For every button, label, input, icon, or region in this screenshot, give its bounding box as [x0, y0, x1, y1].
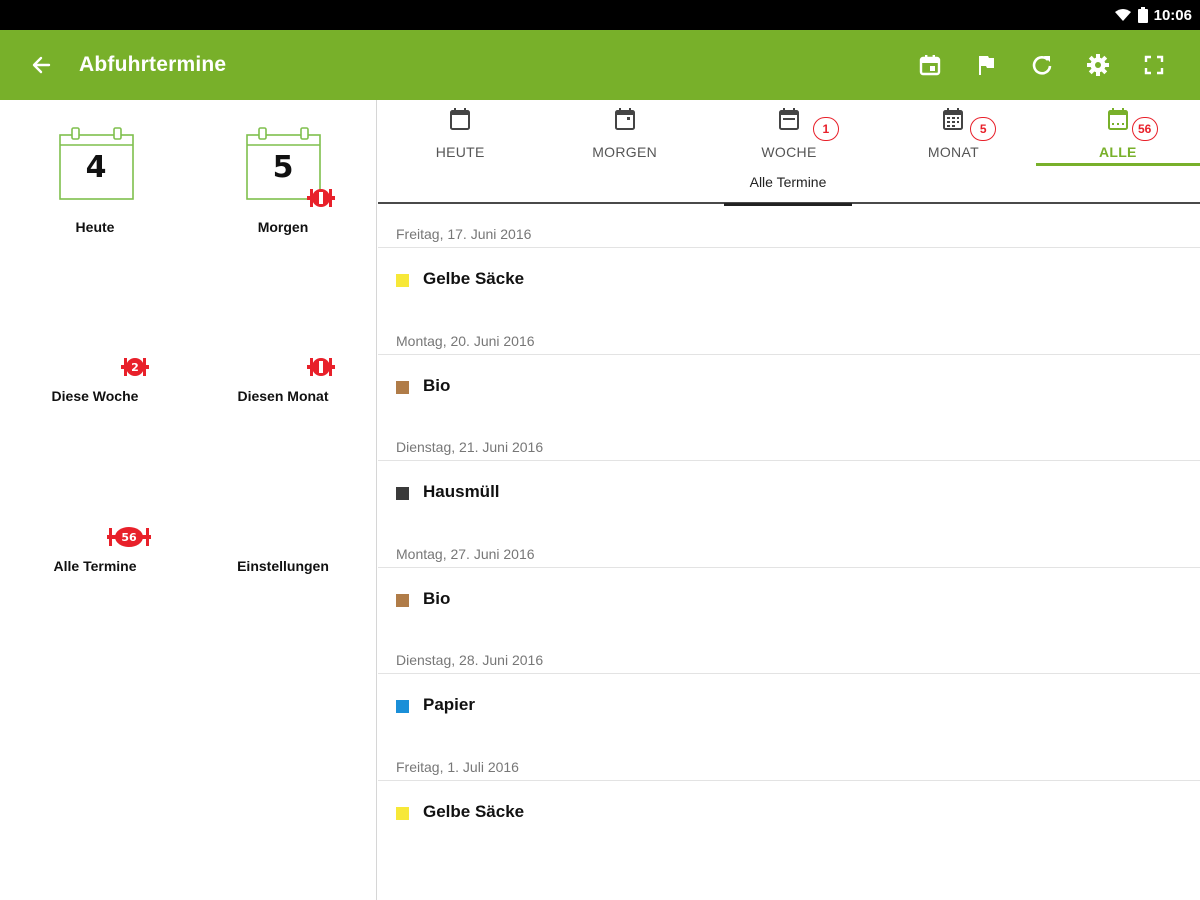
date-header: Freitag, 1. Juli 2016	[396, 759, 519, 775]
gear-icon	[1087, 54, 1109, 76]
tile-label: Einstellungen	[237, 558, 329, 574]
date-group: Freitag, 17. Juni 2016 Gelbe Säcke	[378, 204, 1200, 311]
list-item[interactable]: Hausmüll	[378, 461, 1200, 521]
list-item[interactable]: Papier	[378, 674, 1200, 734]
date-header: Freitag, 17. Juni 2016	[396, 226, 532, 242]
notification-badge-icon	[307, 358, 335, 376]
date-group: Montag, 20. Juni 2016 Bio	[378, 311, 1200, 418]
refresh-button[interactable]	[1014, 45, 1070, 85]
tab-label: MONAT	[927, 144, 979, 160]
tile-label: Alle Termine	[53, 558, 137, 574]
tile-label: Diese Woche	[51, 388, 139, 404]
tab-heute[interactable]: HEUTE	[378, 100, 542, 168]
status-bar: 10:06	[0, 0, 1200, 30]
clock: 10:06	[1153, 6, 1192, 24]
tab-label: WOCHE	[761, 144, 817, 160]
tile-morgen[interactable]: 5 Morgen	[188, 100, 378, 250]
waste-color-swatch	[396, 700, 409, 713]
date-group: Dienstag, 21. Juni 2016 Hausmüll	[378, 417, 1200, 524]
toolbar-actions	[902, 45, 1182, 85]
date-header: Dienstag, 21. Juni 2016	[396, 439, 544, 455]
calendar-icon	[450, 108, 471, 130]
main-panel: HEUTE MORGEN WOCHE 1 MONAT 5 ALLE 56 All…	[378, 100, 1200, 900]
battery-icon	[1137, 7, 1148, 23]
waste-color-swatch	[396, 594, 409, 607]
arrow-back-icon	[32, 56, 51, 74]
tab-label: MORGEN	[592, 144, 658, 160]
sub-tab-bar: Alle Termine	[378, 168, 1200, 206]
waste-type-label: Papier	[423, 695, 475, 714]
waste-color-swatch	[396, 807, 409, 820]
waste-color-swatch	[396, 487, 409, 500]
back-button[interactable]	[21, 45, 61, 85]
list-item[interactable]: Gelbe Säcke	[378, 248, 1200, 308]
list-item[interactable]: Gelbe Säcke	[378, 781, 1200, 841]
waste-type-label: Bio	[423, 376, 451, 395]
waste-type-label: Gelbe Säcke	[423, 802, 525, 821]
waste-type-label: Bio	[423, 589, 451, 608]
list-item[interactable]: Bio	[378, 568, 1200, 628]
tab-count-badge: 56	[1131, 117, 1158, 141]
tab-alle[interactable]: ALLE 56	[1035, 100, 1200, 168]
calendar-month-icon	[943, 108, 964, 130]
calendar-icon	[614, 108, 635, 130]
flag-button[interactable]	[958, 45, 1014, 85]
tab-count-badge: 1	[812, 117, 839, 141]
calendar-day: 4	[85, 150, 107, 185]
tile-heute[interactable]: 4 Heute	[0, 100, 190, 250]
svg-text:56: 56	[121, 531, 137, 544]
today-button[interactable]	[902, 45, 958, 85]
tile-alle-termine[interactable]: 56 Alle Termine	[0, 470, 190, 580]
tab-bar: HEUTE MORGEN WOCHE 1 MONAT 5 ALLE 56	[378, 100, 1200, 168]
sidebar: 4 Heute 5 Morgen 2 Diese Woche Diesen Mo…	[0, 100, 377, 900]
calendar-icon: 4	[59, 126, 135, 202]
notification-badge-icon	[307, 189, 335, 207]
tile-diesen-monat[interactable]: Diesen Monat	[188, 300, 378, 410]
refresh-icon	[1032, 56, 1052, 75]
fullscreen-icon	[1144, 55, 1164, 75]
settings-button[interactable]	[1070, 45, 1126, 85]
calendar-week-icon	[779, 108, 800, 130]
flag-icon	[979, 56, 994, 75]
tile-label: Morgen	[257, 219, 309, 235]
tab-label: ALLE	[1098, 144, 1137, 160]
list-item[interactable]: Bio	[378, 355, 1200, 415]
date-group: Dienstag, 28. Juni 2016 Papier	[378, 630, 1200, 737]
date-header: Montag, 27. Juni 2016	[396, 546, 535, 562]
tab-label: HEUTE	[435, 144, 485, 160]
tab-woche[interactable]: WOCHE 1	[707, 100, 871, 168]
date-header: Montag, 20. Juni 2016	[396, 333, 535, 349]
notification-badge-icon: 2	[121, 358, 149, 376]
calendar-event-icon	[919, 55, 941, 76]
tile-diese-woche[interactable]: 2 Diese Woche	[0, 300, 190, 410]
date-header: Dienstag, 28. Juni 2016	[396, 652, 544, 668]
wifi-icon	[1114, 9, 1131, 21]
tab-morgen[interactable]: MORGEN	[542, 100, 706, 168]
app-bar: Abfuhrtermine	[0, 30, 1200, 100]
tile-einstellungen[interactable]: Einstellungen	[188, 470, 378, 580]
notification-badge-icon: 56	[107, 527, 151, 547]
svg-text:2: 2	[131, 361, 139, 374]
subtab-alle-termine[interactable]: Alle Termine	[724, 174, 852, 206]
tile-label: Diesen Monat	[237, 388, 329, 404]
waste-type-label: Gelbe Säcke	[423, 269, 525, 288]
waste-color-swatch	[396, 381, 409, 394]
tab-count-badge: 5	[970, 117, 997, 141]
calendar-day: 5	[272, 150, 294, 185]
date-group: Montag, 27. Juni 2016 Bio	[378, 524, 1200, 631]
waste-type-label: Hausmüll	[423, 482, 500, 501]
appointment-list: Freitag, 17. Juni 2016 Gelbe Säcke Monta…	[378, 204, 1200, 900]
waste-color-swatch	[396, 274, 409, 287]
date-group: Freitag, 1. Juli 2016 Gelbe Säcke	[378, 737, 1200, 844]
page-title: Abfuhrtermine	[79, 53, 227, 76]
fullscreen-button[interactable]	[1126, 45, 1182, 85]
tile-label: Heute	[75, 219, 115, 235]
tab-monat[interactable]: MONAT 5	[871, 100, 1035, 168]
calendar-all-icon	[1107, 108, 1128, 130]
